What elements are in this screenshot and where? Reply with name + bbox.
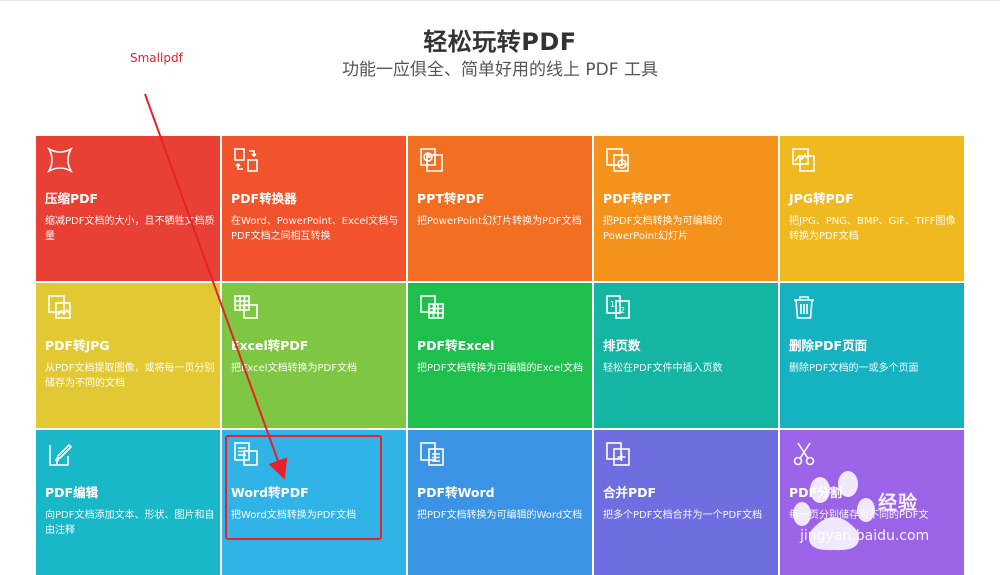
compress-icon (46, 146, 74, 174)
tile-pdf-edit[interactable]: PDF编辑 向PDF文档添加文本、形状、图片和自由注释 (36, 430, 220, 575)
tile-title: PDF转Excel (417, 338, 495, 353)
tile-title: PDF转Word (417, 485, 495, 500)
tile-title: 合并PDF (603, 485, 657, 500)
tile-description: 把多个PDF文档合并为一个PDF文档 (603, 510, 762, 521)
trash-icon (790, 293, 818, 321)
tile-title: 删除PDF页面 (789, 338, 868, 353)
tile-title: PPT转PDF (417, 191, 485, 206)
pdf-to-ppt-icon (604, 146, 632, 174)
tile-description: 把PDF文档转换为可编辑的Word文档 (417, 510, 583, 521)
tile-description: 把PDF文档转换为可编辑的Excel文档 (417, 363, 583, 374)
tile-description: 轻松在PDF文件中插入页数 (603, 363, 723, 374)
tile-title: PDF转PPT (603, 191, 671, 206)
tile-title: Excel转PDF (231, 338, 309, 353)
tile-description: 从PDF文档提取图像，或将每一页分别储存为不同的文档 (45, 363, 215, 389)
tile-title: PDF转换器 (231, 191, 297, 206)
tile-description: 把Word文档转换为PDF文档 (231, 510, 357, 521)
tile-pdf-to-ppt[interactable]: PDF转PPT 把PDF文档转换为可编辑的PowerPoint幻灯片 (594, 136, 778, 281)
tile-word-to-pdf[interactable]: Word转PDF 把Word文档转换为PDF文档 (222, 430, 406, 575)
tile-title: JPG转PDF (789, 191, 854, 206)
tile-description: 缩减PDF文档的大小，且不牺牲文档质量 (45, 216, 215, 242)
tile-title: Word转PDF (231, 485, 309, 500)
ppt-to-pdf-icon (418, 146, 446, 174)
tile-description: 在Word、PowerPoint、Excel文档与PDF文档之间相互转换 (231, 216, 399, 242)
tile-title: PDF转JPG (45, 338, 110, 353)
tile-delete-pages[interactable]: 删除PDF页面 删除PDF文档的一或多个页面 (780, 283, 964, 428)
tile-pdf-to-jpg[interactable]: PDF转JPG 从PDF文档提取图像，或将每一页分别储存为不同的文档 (36, 283, 220, 428)
svg-text:2: 2 (620, 306, 625, 315)
tile-description: 把PowerPoint幻灯片转换为PDF文档 (417, 216, 582, 227)
tile-title: 排页数 (603, 338, 641, 353)
tile-description: 把PDF文档转换为可编辑的PowerPoint幻灯片 (603, 216, 723, 242)
annotation-label: Smallpdf (130, 51, 183, 65)
word-to-pdf-icon (232, 440, 260, 468)
excel-to-pdf-icon (232, 293, 260, 321)
merge-icon (604, 440, 632, 468)
convert-icon (232, 146, 260, 174)
tile-description: 把JPG、PNG、BMP、GIF、TIFF图像转换为PDF文档 (789, 216, 956, 242)
jpg-to-pdf-icon (790, 146, 818, 174)
watermark-url: jingyan.baidu.com (800, 528, 930, 544)
tile-title: 压缩PDF (45, 191, 99, 206)
pdf-to-word-icon (418, 440, 446, 468)
edit-icon (46, 440, 74, 468)
pdf-to-jpg-icon (46, 293, 74, 321)
tile-pdf-to-word[interactable]: PDF转Word 把PDF文档转换为可编辑的Word文档 (408, 430, 592, 575)
tile-description: 删除PDF文档的一或多个页面 (789, 363, 919, 374)
svg-text:1: 1 (610, 300, 615, 309)
top-divider (0, 0, 1000, 1)
tile-description: 向PDF文档添加文本、形状、图片和自由注释 (45, 510, 215, 536)
tile-excel-to-pdf[interactable]: Excel转PDF 把Excel文档转换为PDF文档 (222, 283, 406, 428)
tile-pdf-converter[interactable]: PDF转换器 在Word、PowerPoint、Excel文档与PDF文档之间相… (222, 136, 406, 281)
tile-ppt-to-pdf[interactable]: PPT转PDF 把PowerPoint幻灯片转换为PDF文档 (408, 136, 592, 281)
tile-compress-pdf[interactable]: 压缩PDF 缩减PDF文档的大小，且不牺牲文档质量 (36, 136, 220, 281)
tile-title: PDF编辑 (45, 485, 99, 500)
tile-description: 把Excel文档转换为PDF文档 (231, 363, 357, 374)
pdf-to-excel-icon (418, 293, 446, 321)
page-number-icon: 1 2 (604, 293, 632, 321)
tile-page-numbers[interactable]: 1 2 排页数 轻松在PDF文件中插入页数 (594, 283, 778, 428)
tile-merge-pdf[interactable]: 合并PDF 把多个PDF文档合并为一个PDF文档 (594, 430, 778, 575)
watermark-text: 经验 (878, 492, 919, 514)
tile-jpg-to-pdf[interactable]: JPG转PDF 把JPG、PNG、BMP、GIF、TIFF图像转换为PDF文档 (780, 136, 964, 281)
tile-pdf-to-excel[interactable]: PDF转Excel 把PDF文档转换为可编辑的Excel文档 (408, 283, 592, 428)
